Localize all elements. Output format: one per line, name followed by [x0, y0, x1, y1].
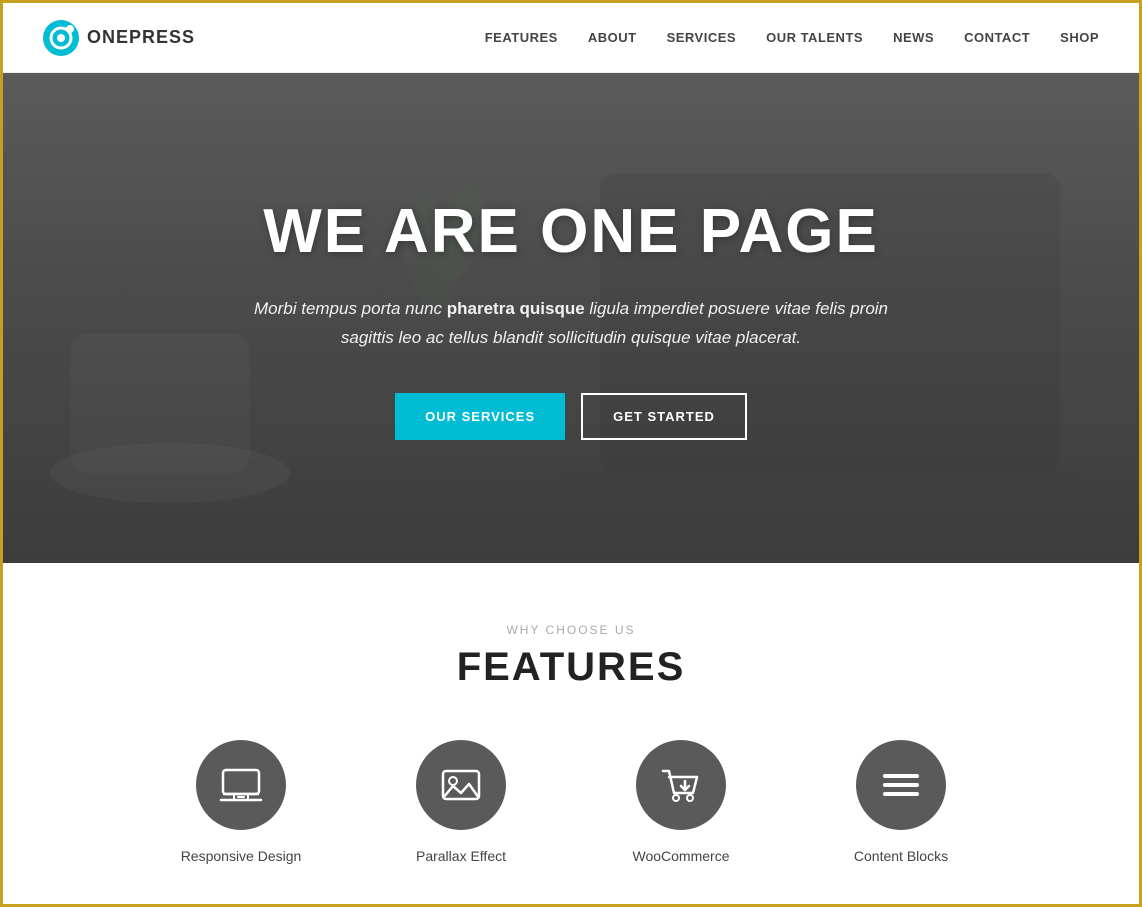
- nav-news[interactable]: NEWS: [893, 30, 934, 45]
- hero-buttons: OUR SERVICES GET STARTED: [251, 393, 891, 440]
- nav-about[interactable]: ABOUT: [588, 30, 637, 45]
- nav-contact[interactable]: CONTACT: [964, 30, 1030, 45]
- hero-title: WE ARE ONE PAGE: [251, 196, 891, 267]
- feature-blocks: Content Blocks: [821, 740, 981, 864]
- logo-icon: [43, 20, 79, 56]
- feature-woo: WooCommerce: [601, 740, 761, 864]
- feature-woo-label: WooCommerce: [633, 848, 730, 864]
- feature-blocks-label: Content Blocks: [854, 848, 948, 864]
- features-subtitle: WHY CHOOSE US: [43, 623, 1099, 637]
- feature-responsive: Responsive Design: [161, 740, 321, 864]
- features-title: FEATURES: [43, 645, 1099, 690]
- get-started-button[interactable]: GET STARTED: [581, 393, 747, 440]
- logo[interactable]: ONEPRESS: [43, 20, 195, 56]
- feature-responsive-label: Responsive Design: [181, 848, 302, 864]
- feature-responsive-icon-circle: [196, 740, 286, 830]
- nav-talents[interactable]: OUR TALENTS: [766, 30, 863, 45]
- feature-parallax-icon-circle: [416, 740, 506, 830]
- hero-subtitle-plain: Morbi tempus porta nunc: [254, 299, 447, 318]
- nav-services[interactable]: SERVICES: [667, 30, 737, 45]
- brand-name: ONEPRESS: [87, 27, 195, 48]
- feature-woo-icon-circle: [636, 740, 726, 830]
- feature-parallax-label: Parallax Effect: [416, 848, 506, 864]
- features-grid: Responsive Design Parallax Effect: [43, 740, 1099, 864]
- nav-shop[interactable]: SHOP: [1060, 30, 1099, 45]
- feature-blocks-icon-circle: [856, 740, 946, 830]
- hero-section: WE ARE ONE PAGE Morbi tempus porta nunc …: [3, 73, 1139, 563]
- our-services-button[interactable]: OUR SERVICES: [395, 393, 565, 440]
- features-section: WHY CHOOSE US FEATURES Responsive Design: [3, 563, 1139, 904]
- hero-content: WE ARE ONE PAGE Morbi tempus porta nunc …: [251, 196, 891, 440]
- hero-subtitle-bold: pharetra quisque: [447, 299, 585, 318]
- laptop-icon: [219, 766, 263, 804]
- header: ONEPRESS FEATURES ABOUT SERVICES OUR TAL…: [3, 3, 1139, 73]
- hero-subtitle: Morbi tempus porta nunc pharetra quisque…: [251, 295, 891, 353]
- menu-icon: [881, 768, 921, 802]
- feature-parallax: Parallax Effect: [381, 740, 541, 864]
- image-icon: [439, 766, 483, 804]
- cart-icon: [659, 765, 703, 805]
- nav-features[interactable]: FEATURES: [485, 30, 558, 45]
- main-nav: FEATURES ABOUT SERVICES OUR TALENTS NEWS…: [485, 30, 1099, 45]
